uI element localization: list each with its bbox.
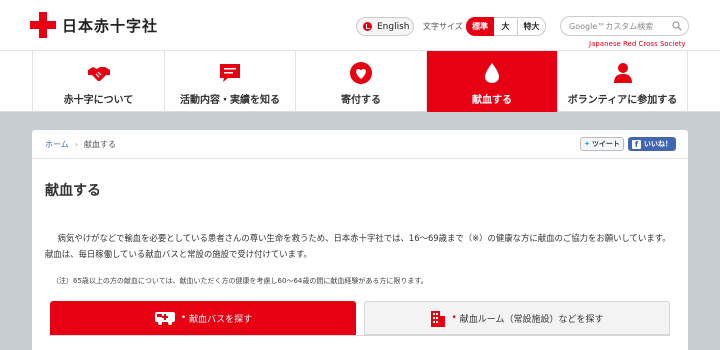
lead-text: 病気やけがなどで輸血を必要としている患者さんの尊い生命を救うため、日本赤十字社で… — [45, 233, 671, 259]
font-size-switcher: 標準 大 特大 — [466, 17, 546, 36]
nav-item-about[interactable]: 赤十字について — [32, 51, 164, 112]
search-input[interactable]: Google™カスタム検索 — [560, 16, 689, 36]
english-label: English — [377, 21, 410, 32]
tab-label: 献血バスを探す — [189, 314, 253, 325]
twitter-icon: ✦ — [584, 140, 590, 148]
handshake-icon — [87, 67, 110, 81]
nav-item-blood-donation[interactable]: 献血する — [426, 51, 557, 112]
bus-icon — [154, 312, 175, 325]
age-note: （注）65歳以上の方の献血については、献血いただく方の健康を考慮し60〜64歳の… — [52, 277, 428, 285]
search-icon[interactable] — [672, 21, 682, 31]
message-icon — [220, 64, 240, 82]
nav-item-donate[interactable]: 寄付する — [295, 51, 426, 112]
logo-text: 日本赤十字社 — [62, 16, 159, 35]
tab-label: 献血ルーム（常設施設）などを探す — [459, 314, 604, 325]
blood-drop-icon — [485, 63, 499, 83]
like-label: いいね！ — [644, 140, 672, 148]
nav-label: 活動内容・実績を知る — [180, 95, 280, 106]
tweet-label: ツイート — [591, 140, 620, 148]
nav-item-volunteer[interactable]: ボランティアに参加する — [557, 51, 688, 112]
tweet-button[interactable]: ✦ ツイート — [580, 137, 624, 151]
tab-find-blood-bus[interactable]: • 献血バスを探す — [50, 301, 356, 335]
chevron-right-icon: › — [74, 140, 78, 149]
tab-panel-border — [50, 335, 670, 336]
nav-label: 寄付する — [341, 95, 381, 106]
nav-label: 献血する — [472, 95, 512, 106]
tab-find-donation-room[interactable]: • 献血ルーム（常設施設）などを探す — [364, 301, 670, 335]
site-logo[interactable]: 日本赤十字社 — [30, 12, 158, 38]
divider — [32, 158, 688, 159]
facebook-icon: f — [632, 139, 641, 149]
global-nav: 赤十字について 活動内容・実績を知る 寄付する 献血する ボランティアに参加する — [0, 50, 720, 112]
page-title: 献血する — [45, 183, 101, 199]
person-icon — [613, 63, 632, 83]
nav-label: ボランティアに参加する — [567, 95, 678, 106]
facebook-like-button[interactable]: f いいね！ — [628, 137, 676, 151]
lead-paragraph: 病気やけがなどで輸血を必要としている患者さんの尊い生命を救うため、日本赤十字社で… — [45, 230, 675, 262]
font-size-label: 文字サイズ — [423, 22, 463, 31]
english-tagline: Japanese Red Cross Society — [589, 40, 686, 48]
font-size-large-button[interactable]: 大 — [494, 17, 518, 36]
heart-icon — [350, 62, 372, 84]
breadcrumb: ホーム › 献血する — [45, 139, 116, 150]
breadcrumb-current: 献血する — [83, 140, 116, 149]
bullet-icon: • — [180, 313, 187, 323]
language-icon — [363, 22, 372, 31]
nav-item-activities[interactable]: 活動内容・実績を知る — [164, 51, 295, 112]
nav-label: 赤十字について — [63, 95, 134, 106]
search-placeholder: Google™カスタム検索 — [569, 21, 654, 31]
breadcrumb-home-link[interactable]: ホーム — [45, 139, 69, 150]
building-icon — [431, 311, 446, 327]
english-button[interactable]: English — [356, 17, 414, 36]
bullet-icon: • — [451, 313, 457, 323]
content-card: ホーム › 献血する ✦ ツイート f いいね！ 献血する 病気やけがなどで輸血… — [32, 130, 688, 350]
site-header: 日本赤十字社 English 文字サイズ 標準 大 特大 Google™カスタム… — [0, 0, 720, 50]
font-size-xlarge-button[interactable]: 特大 — [518, 17, 546, 36]
font-size-normal-button[interactable]: 標準 — [466, 17, 494, 36]
red-cross-icon — [30, 12, 56, 38]
